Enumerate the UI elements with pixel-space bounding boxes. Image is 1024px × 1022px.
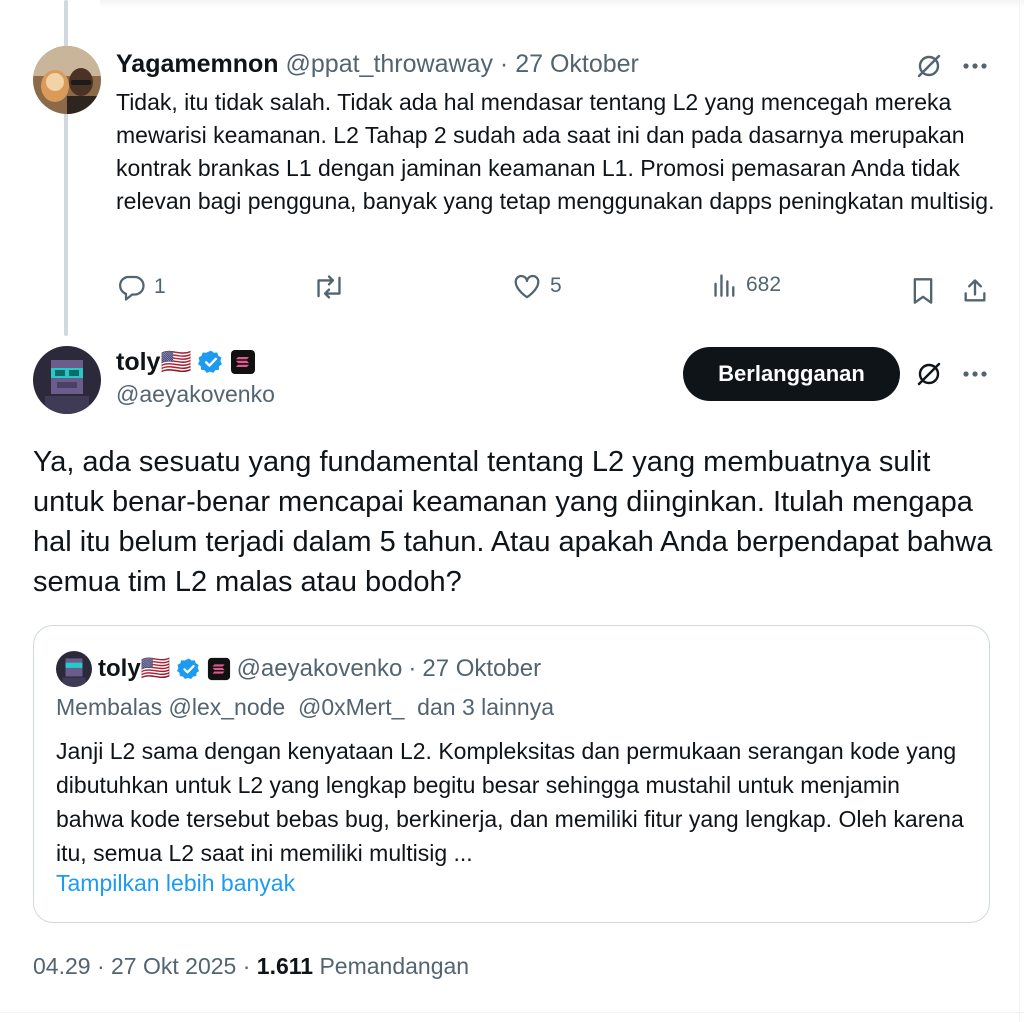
reply-header: Yagamemnon @ppat_throwaway · 27 Oktober xyxy=(116,48,639,80)
main-author-row: toly🇺🇸 xyxy=(116,346,256,378)
quote-replying-to: Membalas @lex_node @0xMert_ dan 3 lainny… xyxy=(56,694,555,720)
like-count: 5 xyxy=(550,274,562,297)
divider xyxy=(0,1012,1024,1013)
repost-icon xyxy=(317,275,341,299)
reply-icon xyxy=(119,275,145,301)
quote-separator: · xyxy=(408,655,417,682)
quote-header: toly🇺🇸 @aeyakovenko · 27 Oktober xyxy=(56,651,541,687)
main-tweet-text: Ya, ada sesuatu yang fundamental tentang… xyxy=(33,446,993,598)
reply-text: Tidak, itu tidak salah. Tidak ada hal me… xyxy=(116,89,995,214)
flag-emoji: 🇺🇸 xyxy=(140,655,171,682)
subscribe-button[interactable]: Berlangganan xyxy=(683,347,900,401)
column-border xyxy=(1019,0,1020,1022)
solana-badge-icon xyxy=(207,657,231,681)
more-icon[interactable] xyxy=(957,50,993,82)
quoted-tweet-card[interactable]: toly🇺🇸 @aeyakovenko · 27 Oktober Membala… xyxy=(33,625,990,923)
views-label: Pemandangan xyxy=(319,953,470,979)
top-fade xyxy=(100,0,1024,8)
verified-badge-icon[interactable] xyxy=(197,349,224,375)
grok-icon[interactable] xyxy=(913,50,945,82)
verified-badge-icon xyxy=(176,657,201,681)
views-action[interactable]: 682 xyxy=(712,272,781,298)
views-icon xyxy=(714,274,735,297)
reply-action[interactable]: 1 xyxy=(116,272,166,302)
reply-count: 1 xyxy=(154,275,166,298)
reply-author-handle[interactable]: @ppat_throwaway xyxy=(286,50,493,78)
quote-author-handle: @aeyakovenko xyxy=(236,655,403,682)
reply-author-name[interactable]: Yagamemnon xyxy=(116,50,279,78)
tweet-time[interactable]: 04.29 xyxy=(33,953,91,979)
quote-text: Janji L2 sama dengan kenyataan L2. Kompl… xyxy=(56,738,964,866)
views-total: 1.611 xyxy=(256,953,314,979)
reply-date[interactable]: 27 Oktober xyxy=(515,50,639,78)
main-author-name[interactable]: toly🇺🇸 xyxy=(116,346,192,378)
quote-avatar xyxy=(56,651,92,687)
tweet-meta: 04.29 · 27 Okt 2025 · 1.611 Pemandangan xyxy=(33,953,469,980)
views-count: 682 xyxy=(746,273,782,296)
share-icon[interactable] xyxy=(958,274,992,308)
meta-separator: · xyxy=(96,953,105,979)
reply-avatar[interactable] xyxy=(33,46,101,114)
repost-action[interactable] xyxy=(312,272,354,302)
flag-emoji: 🇺🇸 xyxy=(160,348,192,376)
quote-date: 27 Oktober xyxy=(422,655,542,682)
bookmark-icon[interactable] xyxy=(906,274,940,308)
show-more-link[interactable]: Tampilkan lebih banyak xyxy=(56,870,295,897)
reply-separator: · xyxy=(499,50,509,78)
like-action[interactable]: 5 xyxy=(512,272,562,300)
more-icon[interactable] xyxy=(957,358,993,390)
like-icon xyxy=(514,274,540,299)
tweet-date[interactable]: 27 Okt 2025 xyxy=(111,953,236,979)
quote-author-name: toly🇺🇸 xyxy=(98,655,171,682)
solana-badge-icon[interactable] xyxy=(230,349,256,375)
main-avatar[interactable] xyxy=(33,346,101,414)
meta-separator: · xyxy=(242,953,251,979)
main-author-handle[interactable]: @aeyakovenko xyxy=(116,381,275,408)
grok-icon[interactable] xyxy=(913,358,945,390)
